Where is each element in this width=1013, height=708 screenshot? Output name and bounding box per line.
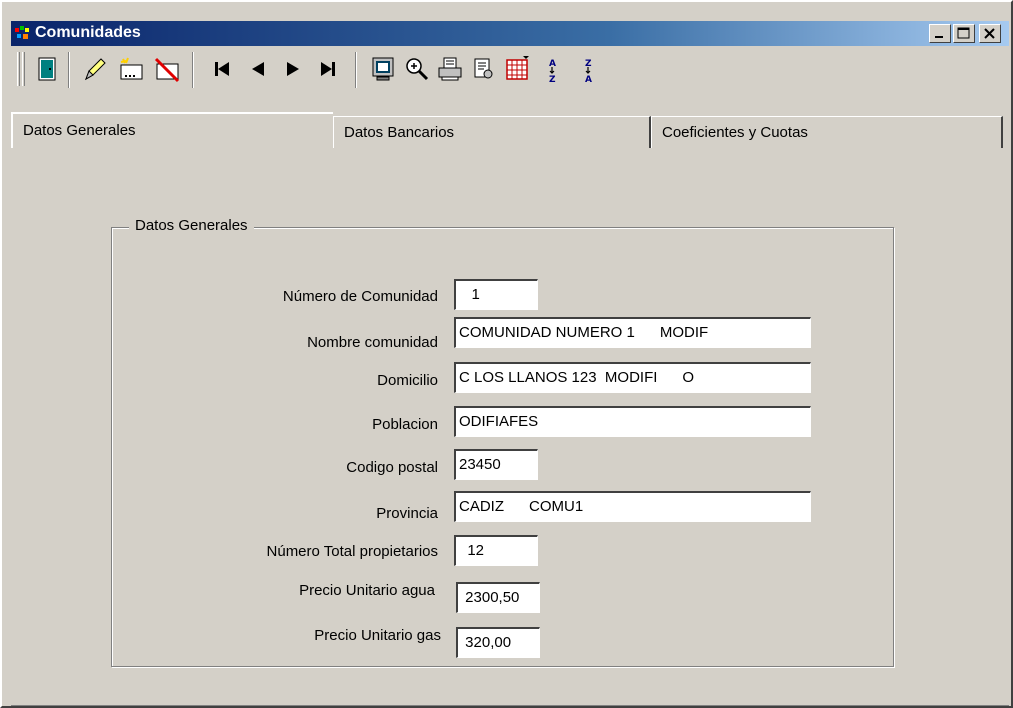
sort-descending-icon: ZA xyxy=(585,59,592,85)
close-button[interactable] xyxy=(979,24,1001,43)
grid-icon xyxy=(506,56,529,80)
first-record-button[interactable] xyxy=(207,55,235,83)
svg-text:A: A xyxy=(585,75,592,83)
poblacion-label: Poblacion xyxy=(372,416,438,433)
maximize-button[interactable] xyxy=(953,24,975,43)
numero-comunidad-label: Número de Comunidad xyxy=(282,288,438,305)
provincia-label: Provincia xyxy=(376,505,438,522)
title-bar[interactable]: Comunidades xyxy=(11,21,1009,46)
codigo-postal-field[interactable]: 23450 xyxy=(454,449,538,480)
toolbar-separator xyxy=(68,52,70,88)
minimize-icon xyxy=(935,36,943,38)
delete-record-icon xyxy=(154,57,180,83)
new-record-icon xyxy=(120,57,143,80)
pencil-icon xyxy=(85,58,106,81)
exit-door-button[interactable] xyxy=(33,55,61,83)
nombre-comunidad-field[interactable]: COMUNIDAD NUMERO 1 MODIF xyxy=(454,317,811,348)
codigo-postal-label: Codigo postal xyxy=(346,459,438,476)
poblacion-field[interactable]: ODIFIAFES xyxy=(454,406,811,437)
last-record-icon xyxy=(321,62,335,76)
minimize-button[interactable] xyxy=(929,24,951,43)
toolbar-grip[interactable] xyxy=(17,52,20,86)
toolbar-grip[interactable] xyxy=(22,52,25,86)
zoom-icon xyxy=(406,58,429,81)
sort-descending-button[interactable]: ZA xyxy=(574,55,602,85)
tab-label: Datos Generales xyxy=(23,122,136,139)
tab-label: Datos Bancarios xyxy=(344,124,455,141)
sort-ascending-icon: AZ xyxy=(549,59,556,85)
window-title: Comunidades xyxy=(35,24,141,41)
numero-comunidad-field[interactable]: 1 xyxy=(454,279,538,310)
precio-agua-field[interactable]: 2300,50 xyxy=(456,582,540,613)
svg-text:Z: Z xyxy=(549,75,556,83)
close-icon xyxy=(984,28,995,39)
next-record-icon xyxy=(287,62,299,76)
app-icon xyxy=(15,26,29,39)
tab-datos-generales[interactable]: Datos Generales xyxy=(11,112,333,148)
total-propietarios-field[interactable]: 12 xyxy=(454,535,538,566)
maximize-icon xyxy=(957,27,970,39)
zoom-button[interactable] xyxy=(403,55,431,83)
delete-record-button[interactable] xyxy=(153,55,181,83)
new-record-button[interactable] xyxy=(117,55,145,83)
edit-button[interactable] xyxy=(81,55,109,83)
domicilio-field[interactable]: C LOS LLANOS 123 MODIFI O xyxy=(454,362,811,393)
monitor-icon xyxy=(372,57,394,81)
next-record-button[interactable] xyxy=(279,55,307,83)
screen-preview-button[interactable] xyxy=(369,55,397,83)
precio-gas-label: Precio Unitario gas xyxy=(314,627,441,644)
tab-label: Coeficientes y Cuotas xyxy=(662,124,808,141)
groupbox-legend: Datos Generales xyxy=(129,217,254,234)
total-propietarios-label: Número Total propietarios xyxy=(266,543,438,560)
bottom-divider xyxy=(11,705,1009,706)
provincia-field[interactable]: CADIZ COMU1 xyxy=(454,491,811,522)
print-preview-icon xyxy=(474,58,493,79)
domicilio-label: Domicilio xyxy=(377,372,438,389)
printer-icon xyxy=(438,57,462,81)
sort-ascending-button[interactable]: AZ xyxy=(538,55,566,85)
toolbar-separator xyxy=(355,52,357,88)
first-record-icon xyxy=(215,62,229,76)
previous-record-icon xyxy=(252,62,264,76)
precio-gas-field[interactable]: 320,00 xyxy=(456,627,540,658)
toolbar-separator xyxy=(192,52,194,88)
app-window: Comunidades A Z Z A Datos Generales Dato… xyxy=(0,0,1013,708)
last-record-button[interactable] xyxy=(314,55,342,83)
print-button[interactable] xyxy=(436,55,464,83)
nombre-comunidad-label: Nombre comunidad xyxy=(307,334,438,351)
previous-record-button[interactable] xyxy=(243,55,271,83)
tab-datos-bancarios[interactable]: Datos Bancarios xyxy=(333,116,651,148)
grid-button[interactable] xyxy=(503,55,531,83)
tab-coeficientes-cuotas[interactable]: Coeficientes y Cuotas xyxy=(651,116,1003,148)
toolbar: AZ ZA xyxy=(11,48,1009,90)
precio-agua-label: Precio Unitario agua xyxy=(299,582,435,599)
door-icon xyxy=(38,57,56,81)
tab-strip: Datos Generales Datos Bancarios Coeficie… xyxy=(11,112,1009,152)
print-preview-button[interactable] xyxy=(470,55,498,83)
